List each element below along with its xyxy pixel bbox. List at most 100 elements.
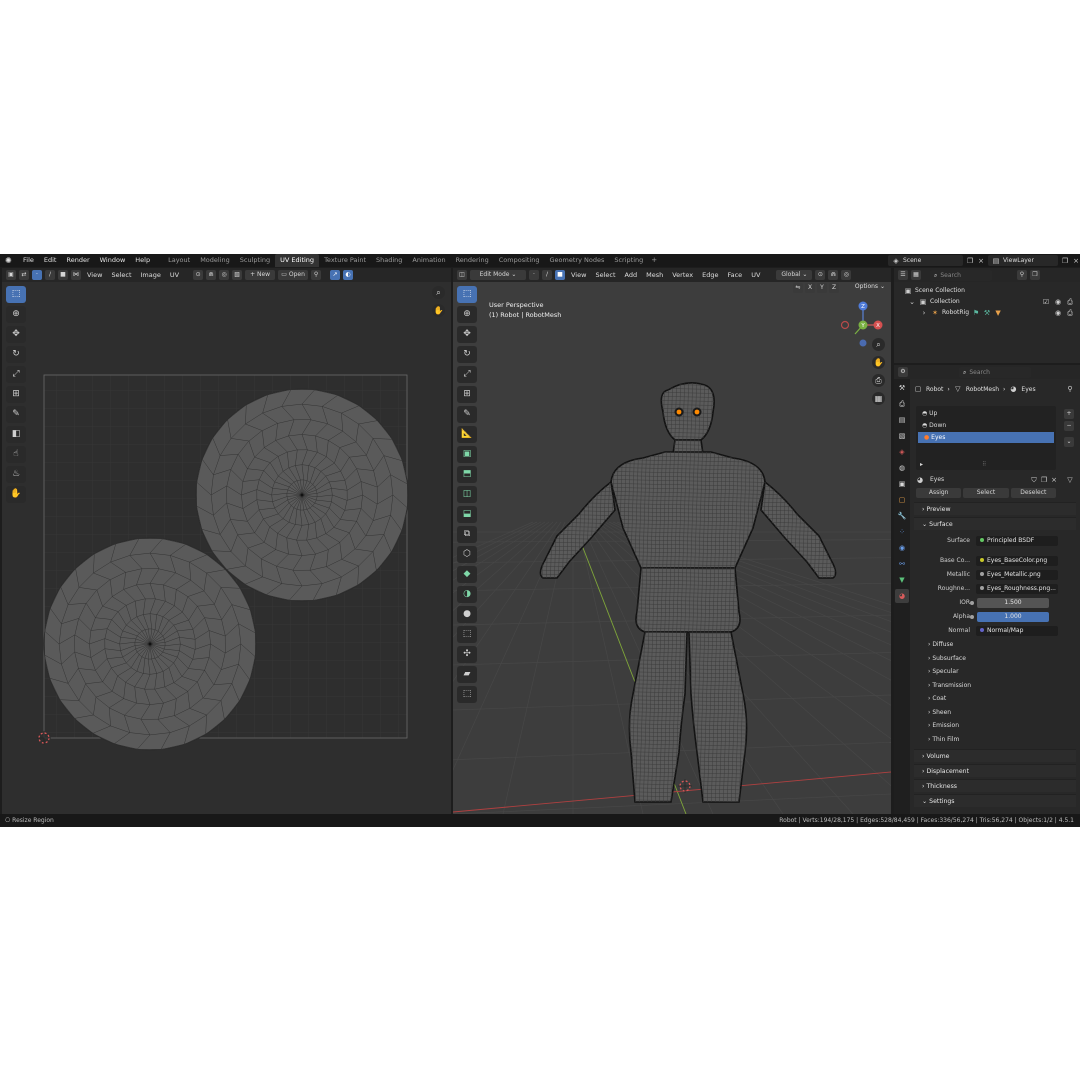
shear-tool-icon[interactable]: ▰ bbox=[457, 666, 477, 683]
annotate-tool-icon[interactable]: ✎ bbox=[457, 406, 477, 423]
measure-tool-icon[interactable]: 📐 bbox=[457, 426, 477, 443]
checkbox-icon[interactable]: ☑ bbox=[1042, 298, 1050, 306]
menu-render[interactable]: Render bbox=[61, 254, 94, 267]
options-dropdown[interactable]: Options ⌄ bbox=[855, 283, 885, 290]
bevel-tool-icon[interactable]: ⬓ bbox=[457, 506, 477, 523]
face-select-icon[interactable]: ■ bbox=[58, 270, 68, 280]
camera-view-icon[interactable]: ⎙ bbox=[872, 374, 885, 387]
viewport-canvas[interactable]: Z X Y User Perspective (1) Robot | Robot… bbox=[0, 282, 1080, 815]
viewport-editor-type-icon[interactable]: ◫ bbox=[457, 270, 467, 280]
mirror-y-button[interactable]: Y bbox=[817, 283, 827, 293]
uv-transform-tool-icon[interactable]: ⊞ bbox=[6, 386, 26, 403]
roughness-value[interactable]: Eyes_Roughness.png... bbox=[976, 583, 1058, 594]
add-workspace-icon[interactable]: + bbox=[648, 254, 660, 267]
thickness-panel-header[interactable]: › Thickness bbox=[914, 779, 1076, 792]
vp-menu-vertex[interactable]: Vertex bbox=[669, 268, 696, 282]
scene-tab-icon[interactable]: ◈ bbox=[895, 445, 909, 459]
overlay-toggle-icon[interactable]: ◐ bbox=[343, 270, 354, 280]
uv-cursor-tool-icon[interactable]: ⊕ bbox=[6, 306, 26, 323]
expand-arrow-icon[interactable]: ⌄ bbox=[908, 298, 916, 306]
ior-field[interactable]: 1.500 bbox=[977, 597, 1049, 608]
vp-menu-select[interactable]: Select bbox=[592, 268, 618, 282]
edge-slide-tool-icon[interactable]: ⬚ bbox=[457, 626, 477, 643]
normal-value[interactable]: Normal/Map bbox=[976, 625, 1058, 636]
edge-select-icon[interactable]: ∕ bbox=[45, 270, 55, 280]
add-slot-icon[interactable]: + bbox=[1064, 409, 1074, 419]
pin-icon[interactable]: ⚲ bbox=[311, 270, 322, 280]
view-layer-tab-icon[interactable]: ▧ bbox=[895, 429, 909, 443]
vp-vertex-select-icon[interactable]: · bbox=[529, 270, 539, 280]
transform-tool-icon[interactable]: ⊞ bbox=[457, 386, 477, 403]
vp-menu-mesh[interactable]: Mesh bbox=[643, 268, 666, 282]
uv-zoom-icon[interactable]: ⌕ bbox=[432, 286, 445, 299]
surface-panel-header[interactable]: ⌄ Surface bbox=[914, 517, 1076, 530]
new-image-button[interactable]: + New bbox=[245, 270, 276, 280]
vp-pivot-icon[interactable]: ⊙ bbox=[815, 270, 826, 280]
vp-menu-uv[interactable]: UV bbox=[748, 268, 763, 282]
volume-panel-header[interactable]: › Volume bbox=[914, 749, 1076, 762]
rip-region-tool-icon[interactable]: ⬚ bbox=[457, 686, 477, 703]
vp-menu-view[interactable]: View bbox=[568, 268, 589, 282]
tab-modeling[interactable]: Modeling bbox=[195, 254, 235, 267]
material-filter-icon[interactable]: ▽ bbox=[1066, 476, 1074, 484]
poly-build-tool-icon[interactable]: ◆ bbox=[457, 566, 477, 583]
vp-edge-select-icon[interactable]: ∕ bbox=[542, 270, 552, 280]
uv-canvas[interactable]: ⬚ ⊕ ✥ ↻ ⤢ ⊞ ✎ ◧ ☝ ♨ ✋ ⌕ ✋ bbox=[2, 282, 451, 814]
collection-tab-icon[interactable]: ▣ bbox=[895, 477, 909, 491]
menu-help[interactable]: Help bbox=[130, 254, 155, 267]
sheen-subpanel[interactable]: › Sheen bbox=[920, 706, 1076, 719]
mode-selector[interactable]: Edit Mode ⌄ bbox=[470, 270, 526, 280]
tab-geometry-nodes[interactable]: Geometry Nodes bbox=[545, 254, 610, 267]
uv-annotate-tool-icon[interactable]: ✎ bbox=[6, 406, 26, 423]
deselect-button[interactable]: Deselect bbox=[1010, 488, 1056, 498]
browse-material-icon[interactable]: ◕ bbox=[916, 476, 924, 484]
scale-tool-icon[interactable]: ⤢ bbox=[457, 366, 477, 383]
scene-field[interactable]: ◈ Scene bbox=[888, 255, 963, 266]
alpha-slider[interactable]: 1.000 bbox=[977, 611, 1049, 622]
emission-subpanel[interactable]: › Emission bbox=[920, 719, 1076, 732]
tab-texture-paint[interactable]: Texture Paint bbox=[319, 254, 371, 267]
menu-file[interactable]: File bbox=[18, 254, 39, 267]
tab-animation[interactable]: Animation bbox=[407, 254, 450, 267]
uv-move-tool-icon[interactable]: ✥ bbox=[6, 326, 26, 343]
specular-subpanel[interactable]: › Specular bbox=[920, 665, 1076, 678]
properties-search[interactable]: ⌕ Search bbox=[959, 366, 1031, 378]
new-scene-icon[interactable]: ❐ bbox=[966, 257, 974, 265]
slot-menu-icon[interactable]: ⌄ bbox=[1064, 437, 1074, 447]
mirror-z-button[interactable]: Z bbox=[829, 283, 839, 293]
uv-menu-select[interactable]: Select bbox=[108, 268, 134, 282]
uv-menu-view[interactable]: View bbox=[84, 268, 105, 282]
vp-menu-add[interactable]: Add bbox=[622, 268, 641, 282]
output-tab-icon[interactable]: ▤ bbox=[895, 413, 909, 427]
physics-tab-icon[interactable]: ◉ bbox=[895, 541, 909, 555]
filter-icon[interactable]: ⚲ bbox=[1017, 270, 1027, 280]
material-name-field[interactable]: Eyes bbox=[926, 474, 1028, 485]
extrude-tool-icon[interactable]: ⬒ bbox=[457, 466, 477, 483]
render-camera-icon[interactable]: ⎙ bbox=[1066, 298, 1074, 306]
mirror-x-button[interactable]: X bbox=[805, 283, 815, 293]
display-mode-icon[interactable]: ▦ bbox=[911, 270, 921, 280]
tab-compositing[interactable]: Compositing bbox=[494, 254, 545, 267]
tab-rendering[interactable]: Rendering bbox=[451, 254, 494, 267]
tab-scripting[interactable]: Scripting bbox=[609, 254, 648, 267]
gizmo-neg-z-icon[interactable] bbox=[859, 339, 867, 347]
select-button[interactable]: Select bbox=[963, 488, 1009, 498]
fake-user-shield-icon[interactable]: ⛉ bbox=[1030, 476, 1038, 484]
material-tab-icon[interactable]: ◕ bbox=[895, 589, 909, 603]
uv-grab-tool-icon[interactable]: ☝ bbox=[6, 446, 26, 463]
rotate-tool-icon[interactable]: ↻ bbox=[457, 346, 477, 363]
pivot-icon[interactable]: ⊙ bbox=[193, 270, 204, 280]
render-camera-icon[interactable]: ⎙ bbox=[1066, 309, 1074, 317]
transmission-subpanel[interactable]: › Transmission bbox=[920, 679, 1076, 692]
uv-menu-image[interactable]: Image bbox=[138, 268, 164, 282]
editor-type-icon[interactable]: ▣ bbox=[6, 270, 16, 280]
uv-island-lower[interactable] bbox=[43, 537, 257, 751]
uv-pinch-tool-icon[interactable]: ✋ bbox=[6, 486, 26, 503]
snap-icon[interactable]: ⋒ bbox=[206, 270, 217, 280]
thin-film-subpanel[interactable]: › Thin Film bbox=[920, 733, 1076, 746]
remove-viewlayer-icon[interactable]: × bbox=[1072, 257, 1080, 265]
add-cube-tool-icon[interactable]: ▣ bbox=[457, 446, 477, 463]
properties-type-icon[interactable]: ⚙ bbox=[898, 367, 908, 377]
mirror-icon[interactable]: ⇋ bbox=[793, 283, 803, 293]
world-tab-icon[interactable]: ◍ bbox=[895, 461, 909, 475]
